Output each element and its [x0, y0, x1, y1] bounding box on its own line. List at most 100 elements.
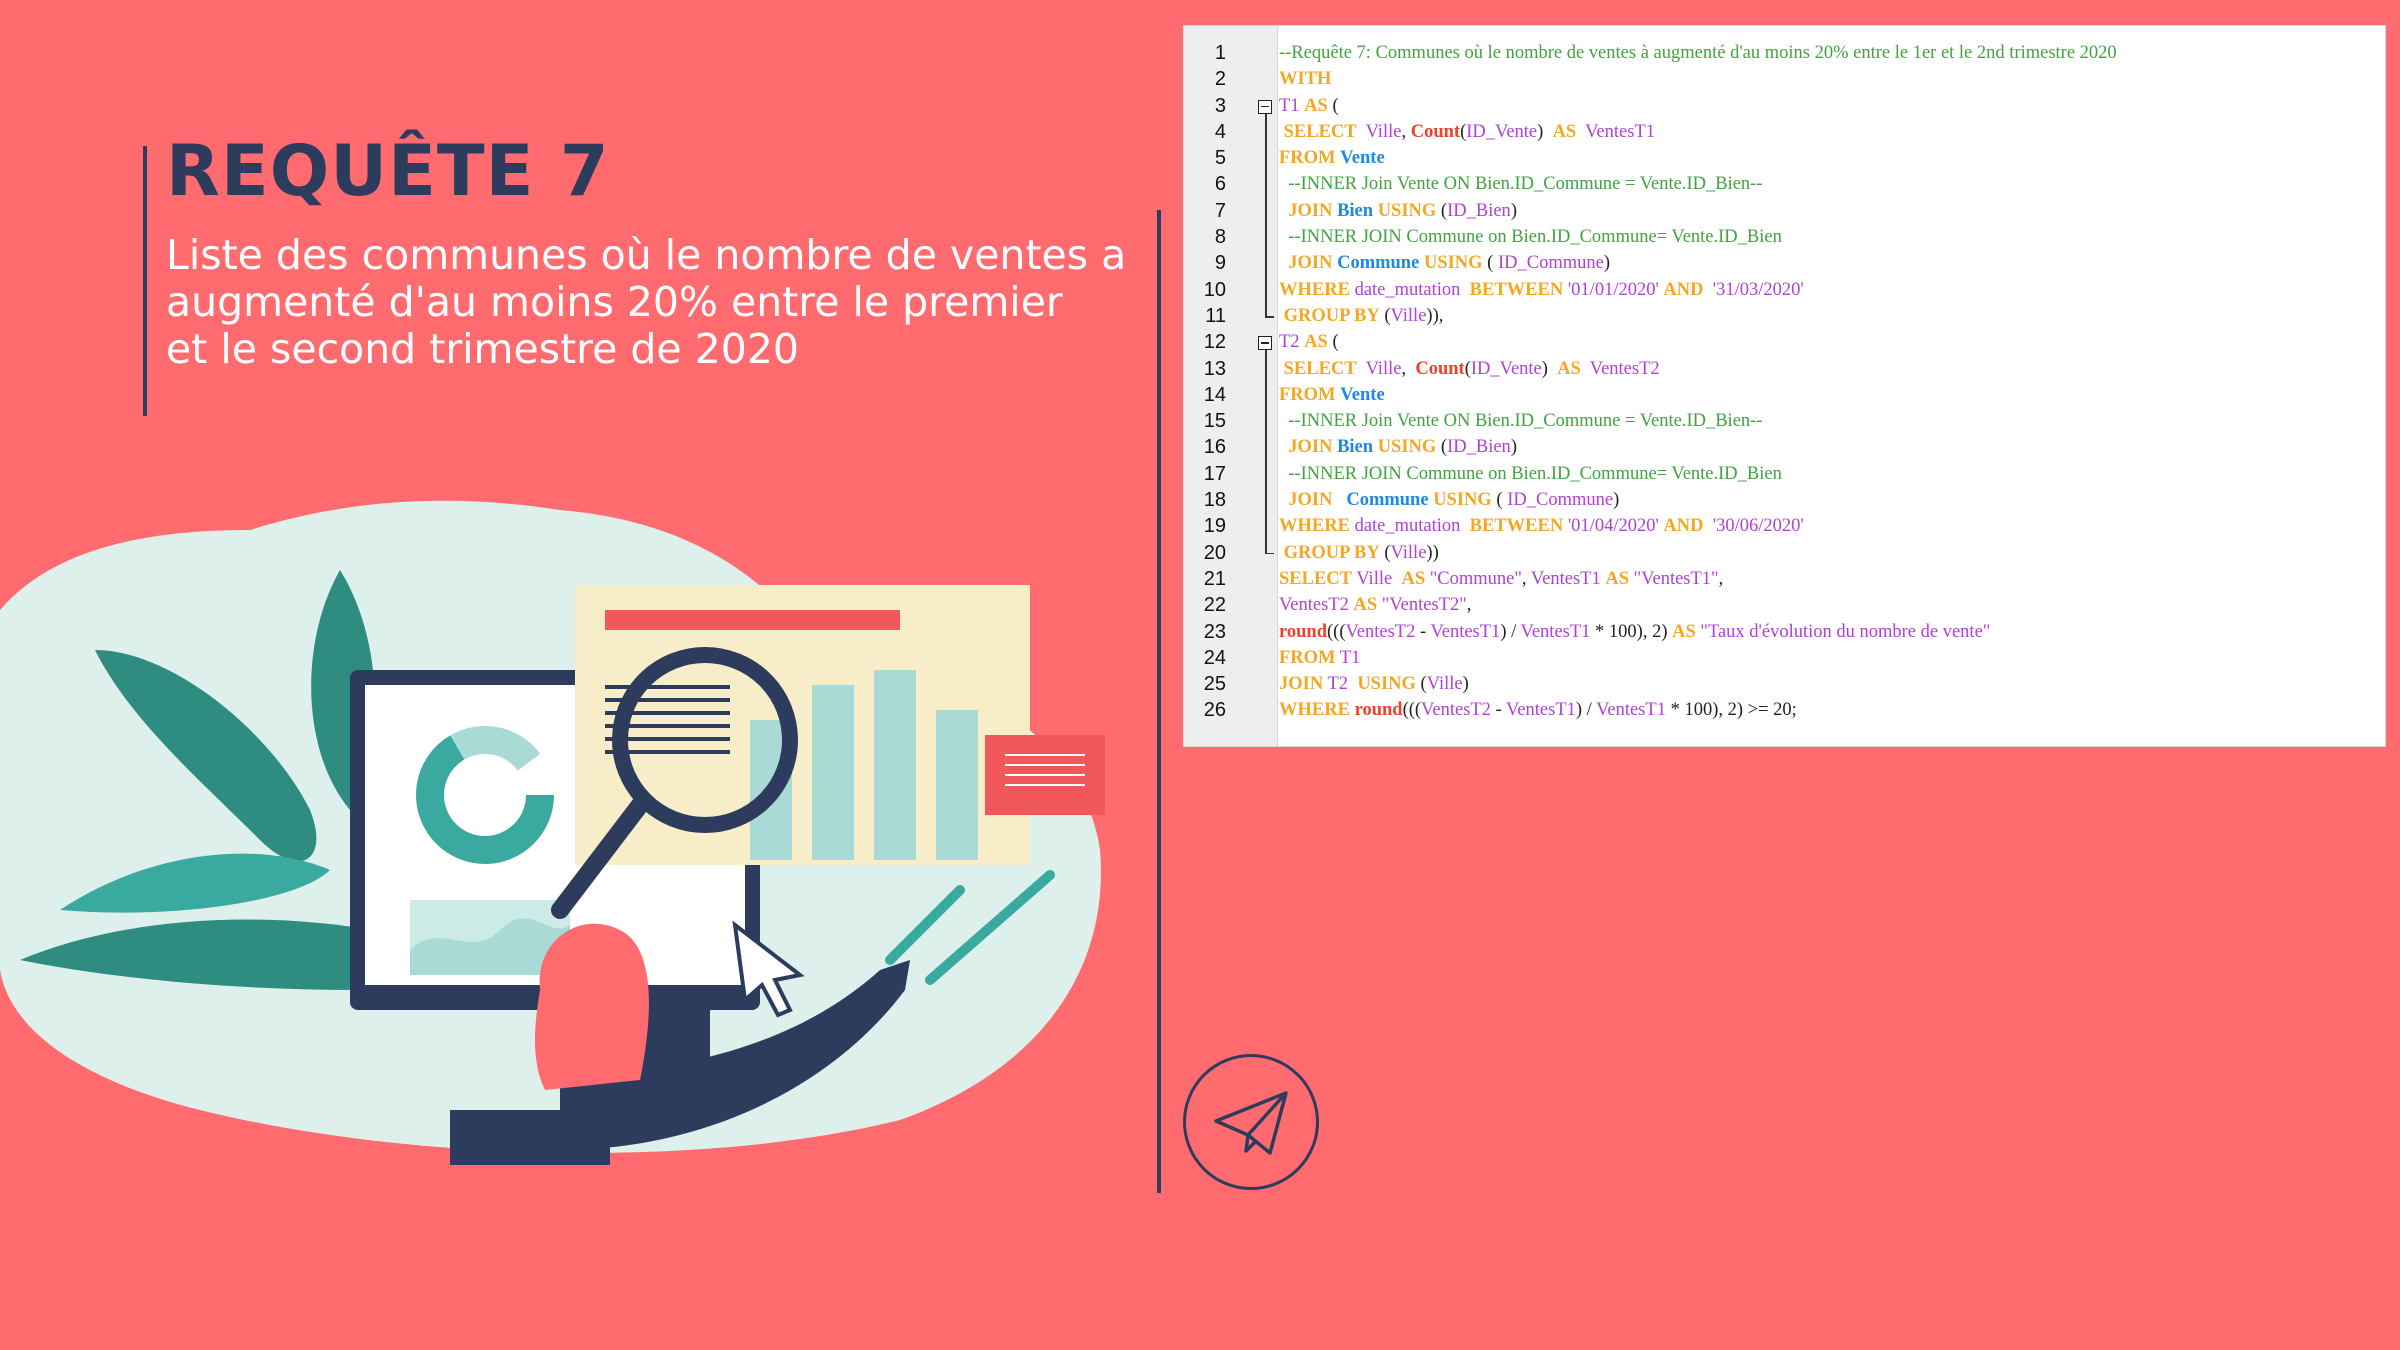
code-token: * 100), 2) >= 20; [1665, 700, 1797, 721]
code-text: round(((VentesT2 - VentesT1) / VentesT1 … [1279, 622, 1990, 643]
code-token: '01/04/2020' [1567, 516, 1659, 537]
code-token: - [1415, 621, 1431, 642]
line-number: 4 [1214, 120, 1226, 143]
code-token: ( [1327, 95, 1339, 116]
code-token: Commune [1346, 490, 1429, 511]
code-token: VentesT2 [1279, 595, 1349, 616]
fold-toggle-icon[interactable] [1258, 336, 1272, 351]
code-token: VentesT1 [1506, 700, 1576, 721]
code-token: BETWEEN [1469, 279, 1564, 300]
code-line: 26 WHERE round(((VentesT2 - VentesT1) / V… [1184, 698, 2385, 724]
line-number: 17 [1203, 462, 1226, 485]
code-token: Ville [1390, 542, 1427, 563]
code-line: 14 FROM Vente [1184, 383, 2385, 409]
code-token: --INNER JOIN Commune on Bien.ID_Commune=… [1279, 463, 1782, 484]
code-token: "Commune" [1429, 568, 1522, 589]
code-token: --INNER Join Vente ON Bien.ID_Commune = … [1279, 411, 1763, 432]
line-number: 22 [1203, 594, 1226, 617]
title-accent-rule [143, 146, 147, 416]
code-token: - [1490, 700, 1506, 721]
code-token: Ville [1356, 568, 1393, 589]
code-text: --INNER Join Vente ON Bien.ID_Commune = … [1279, 174, 1762, 195]
line-number: 16 [1203, 436, 1226, 459]
code-token: ) / [1575, 700, 1597, 721]
code-token: WITH [1279, 69, 1332, 90]
code-line: 15 --INNER Join Vente ON Bien.ID_Commune… [1184, 409, 2385, 435]
code-token: AS [1672, 621, 1696, 642]
code-token: SELECT [1283, 121, 1357, 142]
code-text: JOIN Bien USING (ID_Bien) [1279, 437, 1517, 458]
line-number: 10 [1203, 278, 1226, 301]
line-number: 21 [1203, 567, 1226, 590]
code-token: USING [1377, 200, 1437, 221]
code-token: "VentesT2" [1381, 595, 1467, 616]
code-token: ) [1541, 358, 1558, 379]
line-number: 6 [1214, 173, 1226, 196]
code-token: ( [1415, 674, 1427, 695]
laptop [450, 1110, 610, 1165]
code-line: 12 T2 AS ( [1184, 330, 2385, 356]
code-token: USING [1433, 490, 1492, 511]
fold-toggle-icon[interactable] [1258, 99, 1272, 114]
code-token: '01/01/2020' [1567, 279, 1659, 300]
code-text: WHERE round(((VentesT2 - VentesT1) / Ven… [1279, 700, 1797, 721]
fold-guide [1265, 350, 1267, 553]
code-token: Vente [1340, 148, 1385, 169]
code-token: ) [1603, 253, 1610, 274]
code-text: JOIN Commune USING ( ID_Commune) [1279, 253, 1610, 274]
code-text: T2 AS ( [1279, 332, 1339, 353]
code-token: T2 [1279, 332, 1300, 353]
line-number: 2 [1214, 68, 1226, 91]
line-number: 19 [1203, 515, 1226, 538]
line-number: 13 [1203, 357, 1226, 380]
code-line: 22 VentesT2 AS "VentesT2", [1184, 593, 2385, 619]
code-token: ID_Vente [1470, 358, 1542, 379]
code-token: VentesT1 [1530, 568, 1601, 589]
code-token: FROM [1279, 148, 1336, 169]
code-token: AS [1304, 332, 1328, 353]
code-text: JOIN T2 USING (Ville) [1279, 674, 1469, 695]
code-token: AS [1304, 95, 1328, 116]
code-token: ) [1462, 674, 1469, 695]
sql-editor[interactable]: 1 --Requête 7: Communes où le nombre de v… [1183, 25, 2386, 747]
report-header-bar [605, 610, 900, 630]
code-text: FROM Vente [1279, 148, 1385, 169]
code-token: GROUP BY [1283, 305, 1380, 326]
code-token: , [1401, 358, 1416, 379]
code-token: USING [1423, 253, 1483, 274]
line-number: 9 [1214, 252, 1226, 275]
code-token: ( [1482, 253, 1498, 274]
code-token: USING [1357, 674, 1416, 695]
code-text: GROUP BY (Ville)) [1279, 543, 1439, 564]
code-token: Ville [1365, 358, 1402, 379]
code-token: ((( [1402, 700, 1422, 721]
code-line: 7 JOIN Bien USING (ID_Bien) [1184, 199, 2385, 225]
code-token: '30/06/2020' [1712, 516, 1804, 537]
code-line: 19 WHERE date_mutation BETWEEN '01/04/202… [1184, 514, 2385, 540]
send-button[interactable] [1183, 1054, 1319, 1190]
code-line: 18 JOIN Commune USING ( ID_Commune) [1184, 488, 2385, 514]
code-token: VentesT2 [1589, 358, 1660, 379]
code-token: round [1279, 621, 1327, 642]
code-lines: 1 --Requête 7: Communes où le nombre de v… [1184, 41, 2385, 725]
fold-end-marker [1265, 552, 1274, 555]
code-line: 1 --Requête 7: Communes où le nombre de v… [1184, 41, 2385, 67]
code-token: , [1466, 595, 1472, 616]
code-token: Ville [1365, 121, 1402, 142]
code-token: JOIN [1288, 253, 1333, 274]
code-token: ) [1510, 437, 1517, 458]
data-analysis-illustration [0, 500, 1105, 1165]
line-number: 20 [1203, 541, 1226, 564]
code-token: Ville [1426, 674, 1463, 695]
line-number: 15 [1203, 410, 1226, 433]
code-line: 6 --INNER Join Vente ON Bien.ID_Commune … [1184, 172, 2385, 198]
code-text: --INNER Join Vente ON Bien.ID_Commune = … [1279, 411, 1762, 432]
code-text: WHERE date_mutation BETWEEN '01/01/2020'… [1279, 280, 1804, 301]
code-token: ( [1491, 490, 1508, 511]
